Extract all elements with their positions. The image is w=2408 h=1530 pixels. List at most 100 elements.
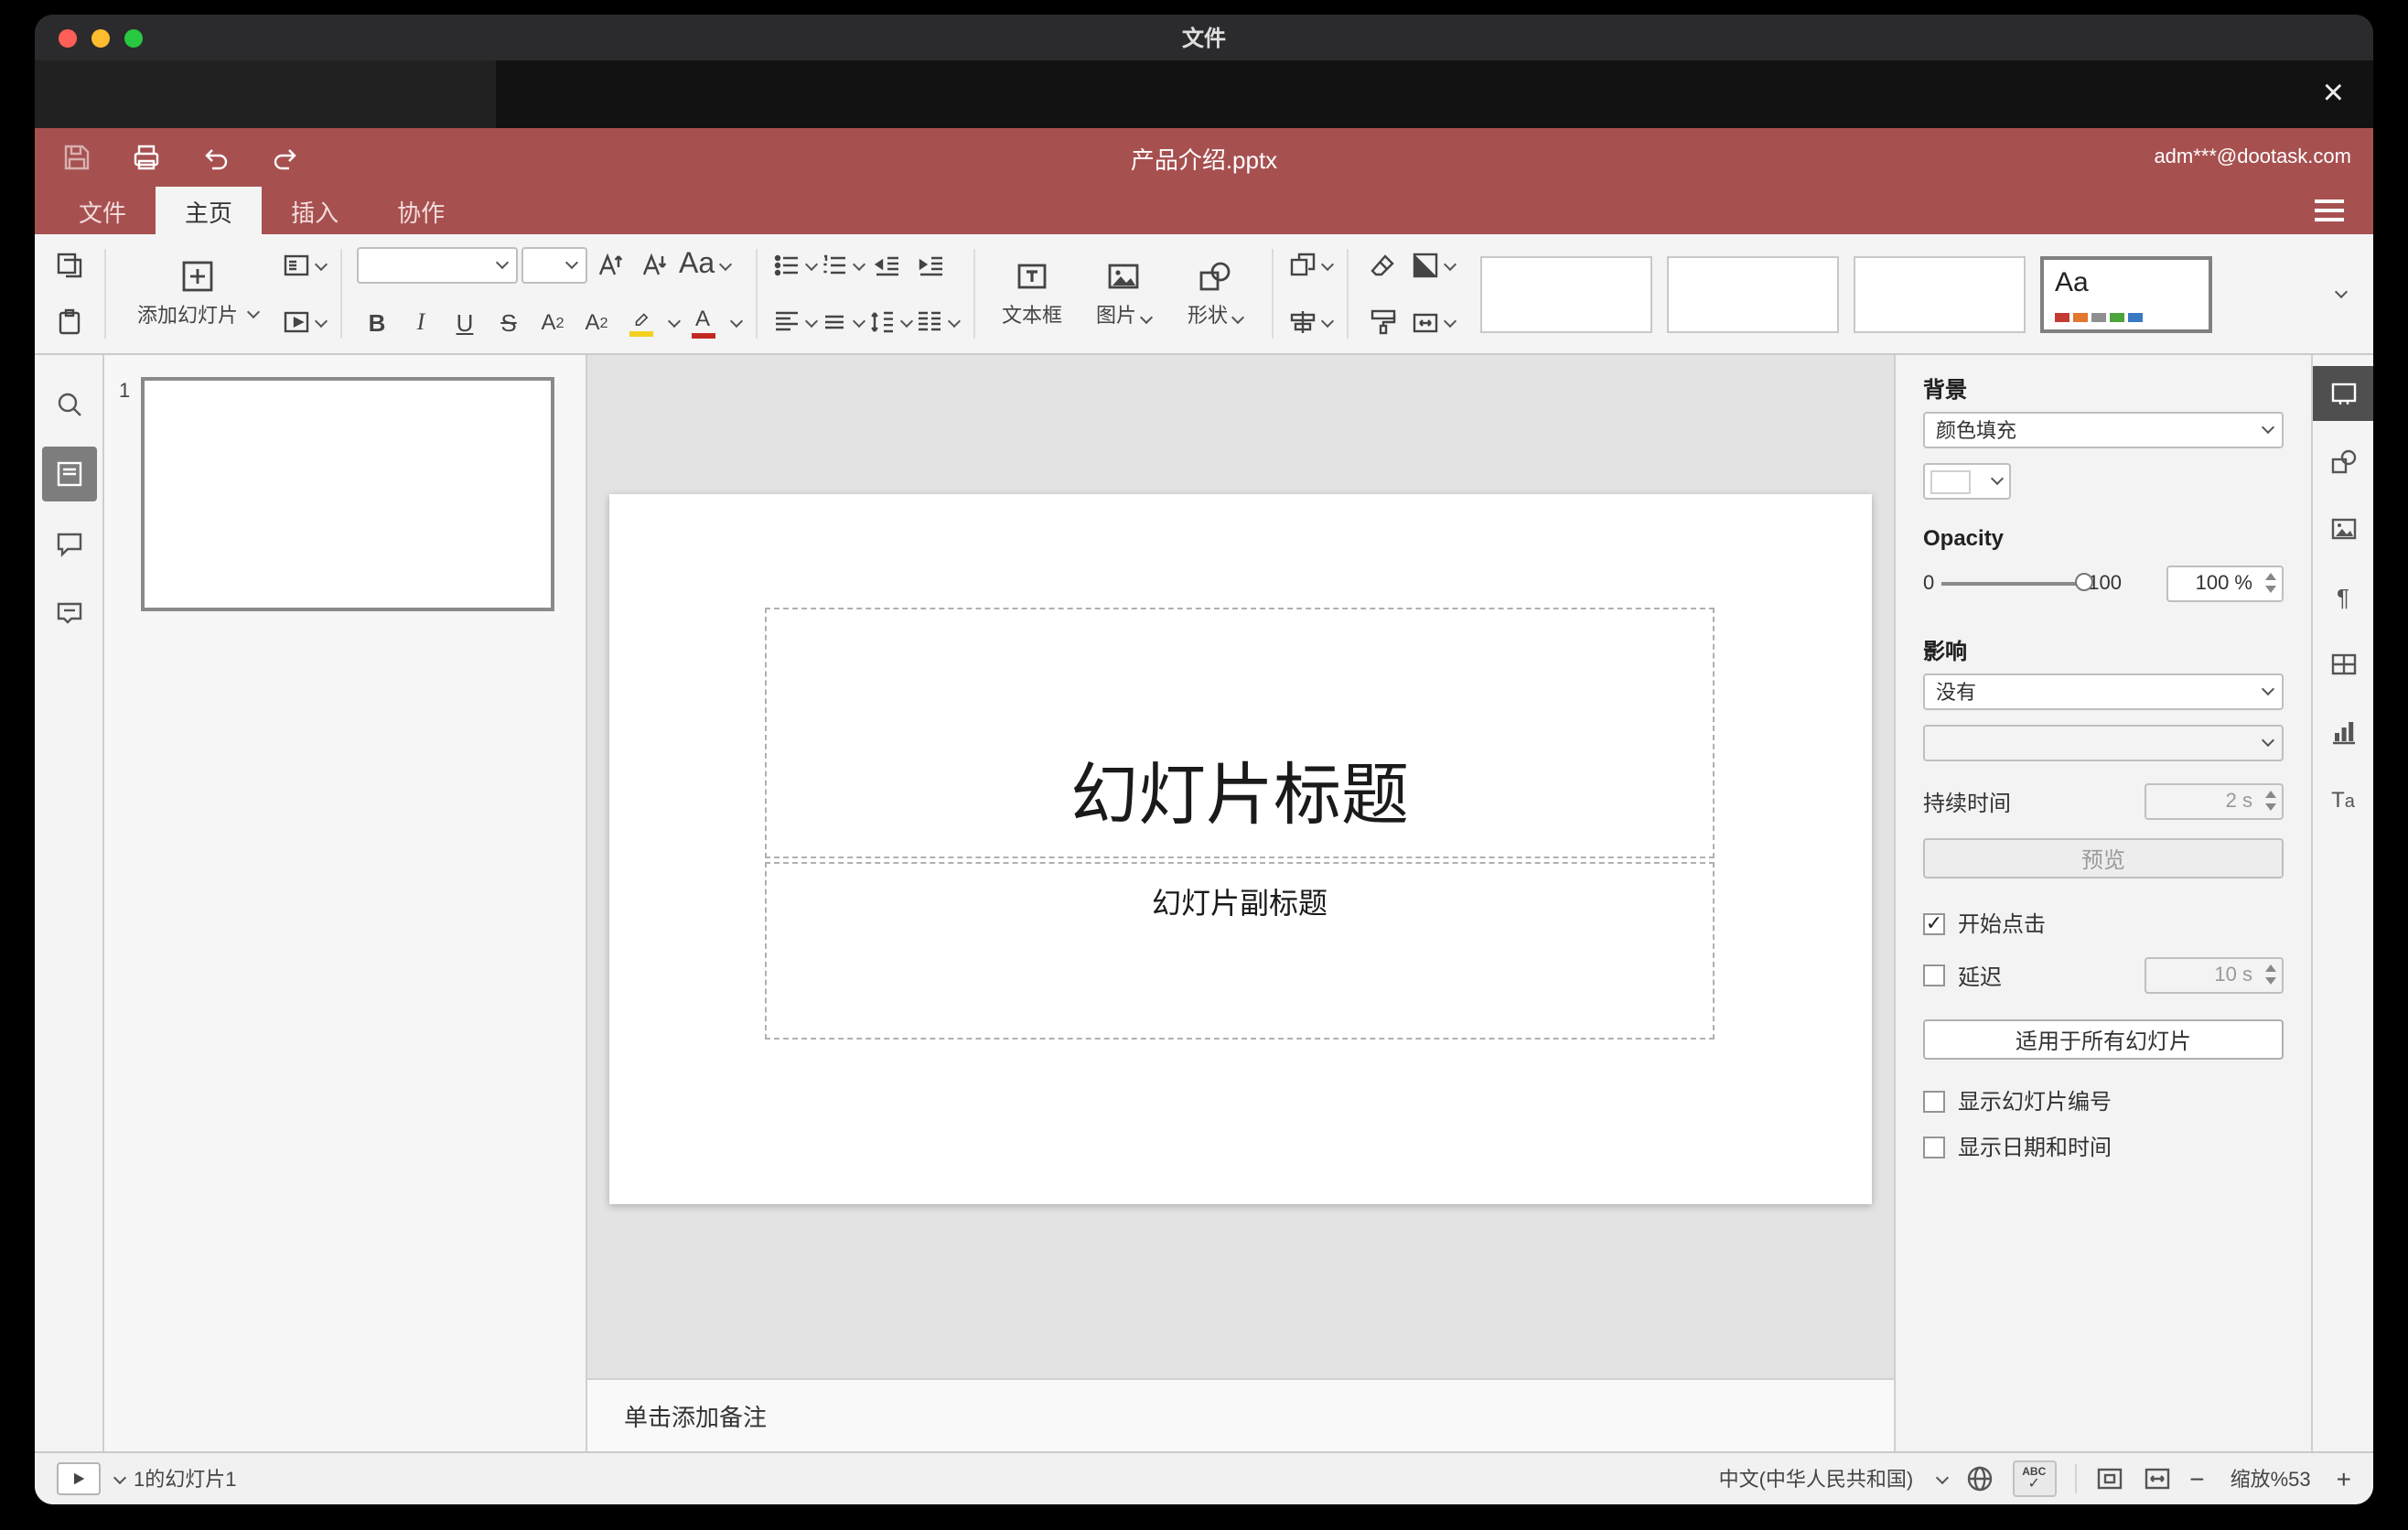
chevron-down-icon[interactable]: [667, 313, 682, 328]
insert-textbox-button[interactable]: 文本框: [990, 243, 1074, 342]
document-language-button[interactable]: [1964, 1464, 1994, 1493]
theme-option-3[interactable]: [1854, 255, 2026, 332]
subscript-button[interactable]: A2: [576, 300, 617, 344]
strikethrough-button[interactable]: S: [489, 300, 529, 344]
effect-variant-select[interactable]: [1923, 725, 2284, 761]
opacity-slider[interactable]: [1941, 573, 2094, 591]
search-panel-button[interactable]: [41, 377, 96, 432]
slide-size-button[interactable]: [1411, 300, 1457, 344]
horizontal-align-button[interactable]: [772, 300, 819, 344]
duration-value-field[interactable]: [2146, 785, 2282, 818]
fullscreen-traffic-light[interactable]: [124, 29, 143, 48]
add-slide-button[interactable]: 添加幻灯片: [121, 243, 274, 342]
shape-settings-button[interactable]: [2312, 434, 2373, 489]
slide-canvas[interactable]: 幻灯片标题 幻灯片副标题: [587, 355, 1894, 1378]
paragraph-settings-button[interactable]: ¶: [2312, 569, 2373, 624]
slide-title-text[interactable]: 幻灯片标题: [1070, 739, 1409, 838]
delay-checkbox[interactable]: [1923, 964, 1945, 986]
slides-panel-button[interactable]: [41, 447, 96, 501]
zoom-in-button[interactable]: +: [2337, 1464, 2351, 1493]
copy-style-button[interactable]: [1363, 300, 1403, 344]
spinner-arrows[interactable]: [2265, 573, 2276, 593]
chevron-down-icon[interactable]: [729, 313, 744, 328]
slide-settings-button[interactable]: [2312, 366, 2373, 421]
theme-gallery-expand-button[interactable]: [2318, 272, 2359, 316]
menu-icon[interactable]: [2315, 199, 2344, 221]
background-color-select[interactable]: [1923, 463, 2011, 500]
tab-file[interactable]: 文件: [49, 187, 156, 234]
undo-button[interactable]: [196, 137, 236, 178]
chat-panel-button[interactable]: [41, 586, 96, 641]
subtitle-placeholder[interactable]: 幻灯片副标题: [765, 862, 1715, 1040]
spellcheck-button[interactable]: ABC ✓: [2012, 1460, 2057, 1497]
close-icon[interactable]: ×: [2323, 70, 2344, 117]
show-datetime-checkbox[interactable]: [1923, 1136, 1945, 1158]
shape-fill-button[interactable]: [1411, 243, 1457, 287]
chevron-down-icon[interactable]: [113, 1470, 127, 1484]
decrease-indent-button[interactable]: [867, 243, 908, 287]
comments-panel-button[interactable]: [41, 516, 96, 571]
font-color-button[interactable]: A: [683, 300, 723, 344]
increase-indent-button[interactable]: [911, 243, 951, 287]
zoom-out-button[interactable]: −: [2189, 1464, 2204, 1493]
underline-button[interactable]: U: [445, 300, 485, 344]
redo-button[interactable]: [265, 137, 306, 178]
highlight-color-button[interactable]: [620, 300, 661, 344]
start-on-click-checkbox[interactable]: ✓: [1923, 912, 1945, 934]
numbering-button[interactable]: [820, 243, 866, 287]
spinner-arrows[interactable]: [2265, 964, 2276, 985]
title-placeholder[interactable]: 幻灯片标题: [765, 608, 1715, 858]
fit-to-slide-button[interactable]: [2094, 1464, 2123, 1493]
language-selector[interactable]: 中文(中华人民共和国): [1719, 1464, 1914, 1493]
font-name-select[interactable]: [357, 247, 518, 284]
show-slide-number-checkbox[interactable]: [1923, 1090, 1945, 1112]
duration-input[interactable]: [2145, 783, 2284, 820]
preview-button[interactable]: 预览: [1923, 838, 2284, 878]
slide[interactable]: 幻灯片标题 幻灯片副标题: [609, 494, 1872, 1204]
theme-option-2[interactable]: [1667, 255, 1839, 332]
font-size-select[interactable]: [521, 247, 587, 284]
clear-style-button[interactable]: [1363, 243, 1403, 287]
background-fill-select[interactable]: 颜色填充: [1923, 412, 2284, 448]
tab-insert[interactable]: 插入: [262, 187, 368, 234]
tab-home[interactable]: 主页: [156, 187, 263, 234]
copy-button[interactable]: [49, 243, 90, 287]
effect-select[interactable]: 没有: [1923, 673, 2284, 710]
close-traffic-light[interactable]: [59, 29, 77, 48]
minimize-traffic-light[interactable]: [91, 29, 110, 48]
decrease-font-button[interactable]: [635, 243, 675, 287]
align-shape-button[interactable]: [1288, 300, 1335, 344]
notes-area[interactable]: 单击添加备注: [587, 1378, 1894, 1451]
apply-to-all-button[interactable]: 适用于所有幻灯片: [1923, 1019, 2284, 1060]
superscript-button[interactable]: A2: [532, 300, 573, 344]
print-button[interactable]: [126, 137, 167, 178]
slide-subtitle-text[interactable]: 幻灯片副标题: [1152, 878, 1328, 922]
columns-button[interactable]: [915, 300, 962, 344]
italic-button[interactable]: I: [401, 300, 441, 344]
fit-to-width-button[interactable]: [2142, 1464, 2171, 1493]
bullets-button[interactable]: [772, 243, 819, 287]
insert-image-button[interactable]: 图片: [1081, 243, 1166, 342]
table-settings-button[interactable]: [2312, 637, 2373, 692]
arrange-shape-button[interactable]: [1288, 243, 1335, 287]
spinner-arrows[interactable]: [2265, 791, 2276, 811]
delay-value-field[interactable]: [2146, 959, 2282, 992]
bold-button[interactable]: B: [357, 300, 397, 344]
save-button[interactable]: [57, 137, 97, 178]
theme-option-selected[interactable]: Aa: [2040, 255, 2212, 332]
textart-settings-button[interactable]: Ta: [2312, 772, 2373, 827]
opacity-input[interactable]: [2166, 566, 2284, 602]
insert-shape-button[interactable]: 形状: [1173, 243, 1257, 342]
line-spacing-button[interactable]: [867, 300, 914, 344]
zoom-level[interactable]: 缩放%53: [2223, 1464, 2318, 1493]
theme-option-1[interactable]: [1480, 255, 1652, 332]
start-slideshow-status-button[interactable]: [57, 1462, 101, 1495]
increase-font-button[interactable]: [591, 243, 631, 287]
delay-input[interactable]: [2145, 957, 2284, 994]
start-slideshow-button[interactable]: [282, 300, 328, 344]
change-case-button[interactable]: Aa: [679, 243, 732, 287]
chart-settings-button[interactable]: [2312, 705, 2373, 760]
chevron-down-icon[interactable]: [1935, 1470, 1949, 1484]
tab-collaboration[interactable]: 协作: [368, 187, 474, 234]
vertical-align-button[interactable]: [820, 300, 866, 344]
